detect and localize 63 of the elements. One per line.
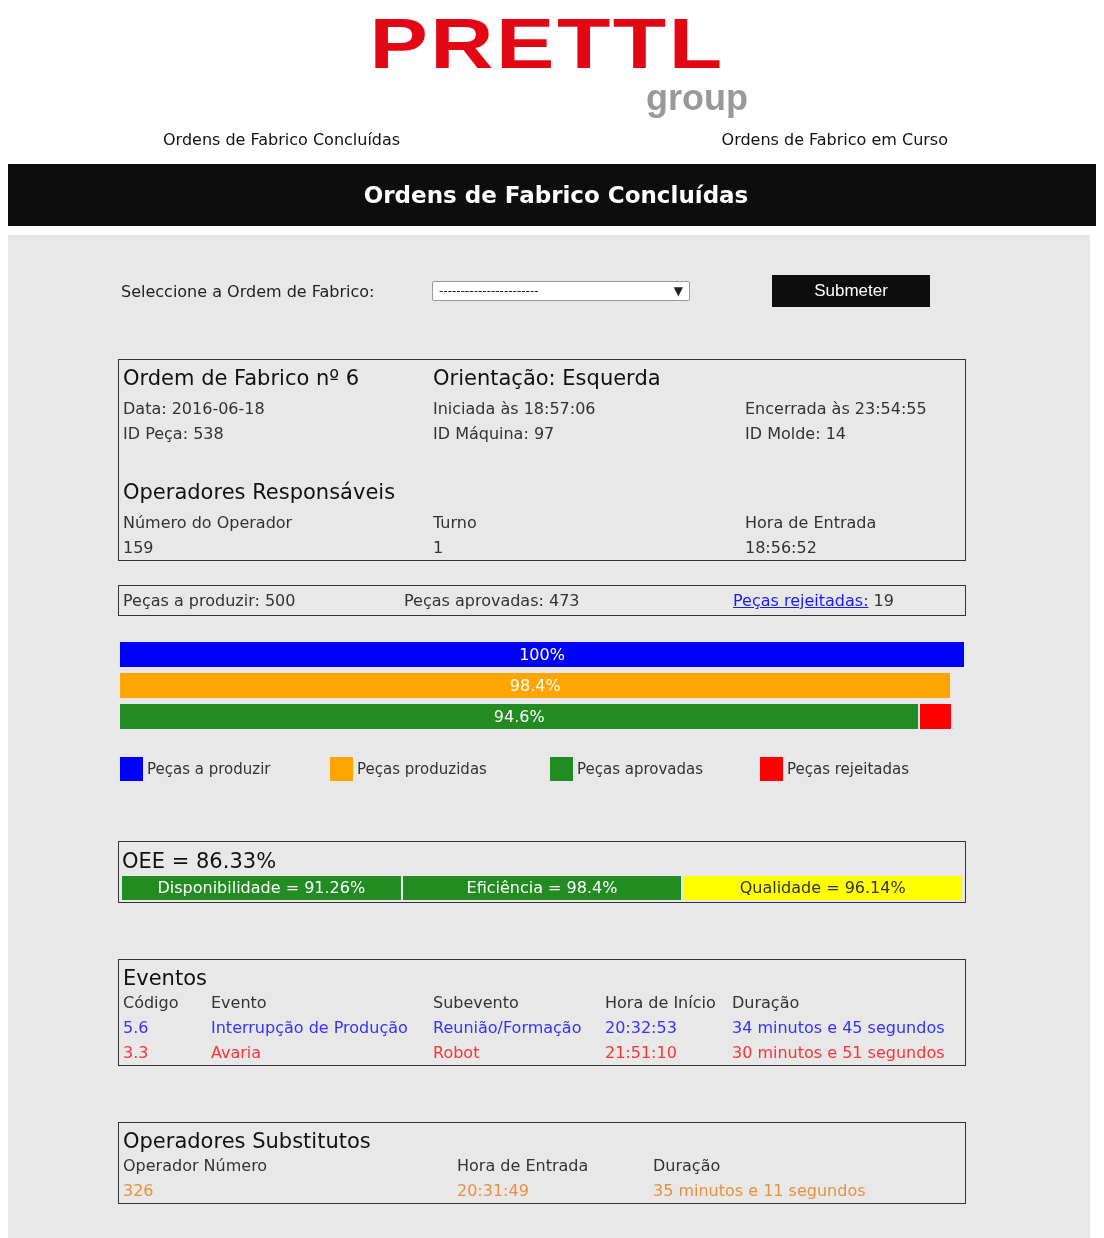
- table-cell-text: 30 minutos e 51 segundos: [732, 1043, 946, 1062]
- detail-text: Iniciada às 18:57:06: [433, 399, 597, 418]
- detail-text: ID Molde: 14: [745, 424, 847, 443]
- column-header: Hora de Entrada: [745, 513, 878, 532]
- column-header: Número do Operador: [123, 513, 294, 532]
- legend-label: Peças rejeitadas: [787, 760, 909, 778]
- table-cell-text: 35 minutos e 11 segundos: [653, 1181, 867, 1200]
- table-cell-text: 21:51:10: [605, 1043, 678, 1062]
- logo-wordmark: PRETTL: [369, 12, 725, 76]
- column-header: Duração: [732, 993, 801, 1012]
- orientation-text: Orientação: Esquerda: [433, 365, 662, 392]
- column-header: Hora de Entrada: [457, 1156, 590, 1175]
- table-cell-text: 1: [433, 538, 445, 557]
- table-cell-text: 18:56:52: [745, 538, 818, 557]
- page-title-banner: Ordens de Fabrico Concluídas: [8, 164, 1096, 226]
- oee-title: OEE = 86.33%: [122, 848, 278, 875]
- order-title: Ordem de Fabrico nº 6: [123, 365, 361, 392]
- caret-icon: ▼: [673, 284, 683, 298]
- table-cell-text: 3.3: [123, 1043, 150, 1062]
- column-header: Operador Número: [123, 1156, 269, 1175]
- progress-bar-fill: 100%: [120, 642, 964, 667]
- table-cell-text: 5.6: [123, 1018, 150, 1037]
- legend-label: Peças produzidas: [357, 760, 487, 778]
- oee-metric-bar: Eficiência = 98.4%: [402, 876, 682, 900]
- section-heading: Operadores Responsáveis: [123, 479, 397, 506]
- nav-link[interactable]: Ordens de Fabrico em Curso: [721, 130, 948, 164]
- table-cell-text: 159: [123, 538, 155, 557]
- order-dropdown[interactable]: ----------------------- ▼: [432, 281, 690, 301]
- table-cell-text: Interrupção de Produção: [211, 1018, 409, 1037]
- table-cell-text: 20:32:53: [605, 1018, 678, 1037]
- oee-metric-bar: Qualidade = 96.14%: [683, 876, 962, 900]
- count-text: Peças aprovadas: 473: [404, 591, 581, 610]
- legend-label: Peças a produzir: [147, 760, 271, 778]
- progress-bar-fill: 94.6%: [120, 704, 919, 729]
- oee-metric-bar: Disponibilidade = 91.26%: [122, 876, 401, 900]
- table-cell-text: Avaria: [211, 1043, 263, 1062]
- rejected-link[interactable]: Peças rejeitadas:: [733, 591, 869, 610]
- table-cell-text: Robot: [433, 1043, 481, 1062]
- column-header: Hora de Início: [605, 993, 717, 1012]
- table-cell-text: Reunião/Formação: [433, 1018, 583, 1037]
- section-heading: Operadores Substitutos: [123, 1128, 372, 1155]
- table-cell-text: 326: [123, 1181, 155, 1200]
- count-value: 19: [873, 591, 894, 610]
- detail-text: Data: 2016-06-18: [123, 399, 266, 418]
- section-heading: Eventos: [123, 965, 208, 992]
- detail-text: Encerrada às 23:54:55: [745, 399, 928, 418]
- detail-text: ID Peça: 538: [123, 424, 225, 443]
- progress-bar-fill: 98.4%: [120, 673, 951, 698]
- column-header: Evento: [211, 993, 268, 1012]
- select-label: Seleccione a Ordem de Fabrico:: [120, 281, 376, 301]
- nav-link[interactable]: Ordens de Fabrico Concluídas: [163, 130, 401, 164]
- table-cell-text: 34 minutos e 45 segundos: [732, 1018, 946, 1037]
- column-header: Subevento: [433, 993, 520, 1012]
- legend-label: Peças aprovadas: [577, 760, 704, 778]
- detail-text: ID Máquina: 97: [433, 424, 556, 443]
- column-header: Código: [123, 993, 180, 1012]
- table-cell-text: 20:31:49: [457, 1181, 530, 1200]
- submit-button[interactable]: Submeter: [772, 275, 930, 307]
- column-header: Turno: [433, 513, 478, 532]
- dropdown-value: -----------------------: [439, 284, 539, 298]
- logo-tagline: group: [646, 78, 748, 118]
- count-text: Peças a produzir: 500: [123, 591, 297, 610]
- column-header: Duração: [653, 1156, 722, 1175]
